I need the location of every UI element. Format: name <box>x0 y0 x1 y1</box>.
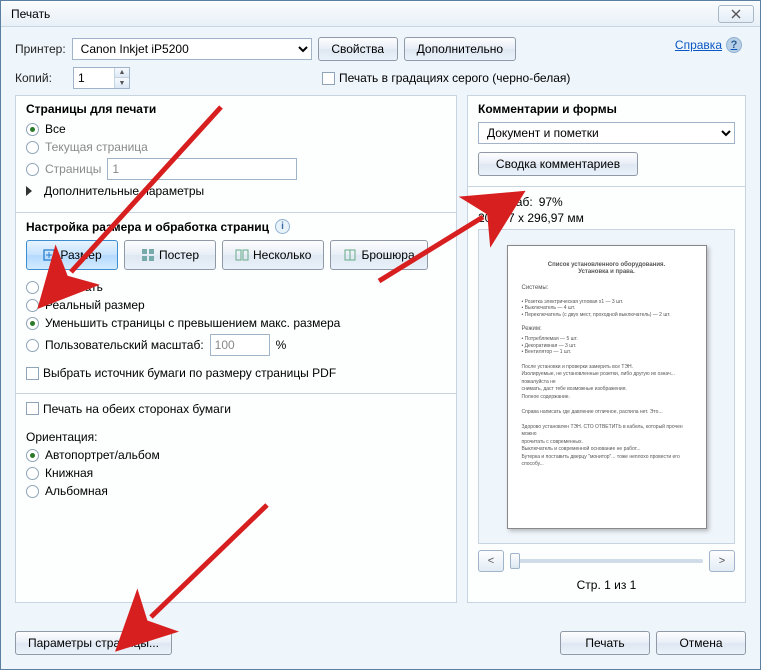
expand-icon <box>26 186 32 196</box>
preview-page: Список установленного оборудования.Устан… <box>507 245 707 529</box>
comments-dropdown[interactable]: Документ и пометки <box>478 122 735 144</box>
advanced-button[interactable]: Дополнительно <box>404 37 516 61</box>
radio-custom-scale[interactable]: Пользовательский масштаб: % <box>26 334 446 356</box>
spin-down-icon[interactable]: ▼ <box>115 78 129 88</box>
scale-value: 97% <box>539 195 563 209</box>
grayscale-checkbox[interactable]: Печать в градациях серого (черно-белая) <box>322 71 570 85</box>
close-button[interactable] <box>718 5 754 23</box>
both-sides-checkbox[interactable]: Печать на обеих сторонах бумаги <box>26 402 231 416</box>
close-icon <box>731 9 741 19</box>
scale-label: Масштаб: <box>478 195 533 209</box>
duplex-group: Печать на обеих сторонах бумаги Ориентац… <box>15 394 457 604</box>
cancel-button[interactable]: Отмена <box>656 631 746 655</box>
radio-landscape[interactable]: Альбомная <box>26 484 446 498</box>
radio-current[interactable]: Текущая страница <box>26 140 446 154</box>
window-title: Печать <box>7 7 718 21</box>
size-icon <box>42 248 56 262</box>
help-link[interactable]: Справка ? <box>675 37 742 53</box>
summary-button[interactable]: Сводка комментариев <box>478 152 638 176</box>
sizing-group: Настройка размера и обработка страниц i … <box>15 213 457 394</box>
comments-title: Комментарии и формы <box>478 102 735 116</box>
printer-label: Принтер: <box>15 42 66 56</box>
copies-spinner[interactable]: ▲ ▼ <box>73 67 130 89</box>
radio-portrait[interactable]: Книжная <box>26 466 446 480</box>
tab-multi[interactable]: Несколько <box>222 240 324 270</box>
print-button[interactable]: Печать <box>560 631 650 655</box>
radio-range[interactable]: Страницы <box>26 158 446 180</box>
copies-label: Копий: <box>15 71 67 85</box>
tab-size[interactable]: Размер <box>26 240 118 270</box>
radio-actual[interactable]: Реальный размер <box>26 298 446 312</box>
pages-title: Страницы для печати <box>26 102 446 116</box>
printer-select[interactable]: Canon Inkjet iP5200 <box>72 38 312 60</box>
titlebar: Печать <box>1 1 760 27</box>
more-params-expander[interactable]: Дополнительные параметры <box>26 184 446 198</box>
next-page-button[interactable]: > <box>709 550 735 572</box>
page-range-input[interactable] <box>107 158 297 180</box>
page-slider[interactable] <box>510 559 703 563</box>
radio-shrink[interactable]: Уменьшить страницы с превышением макс. р… <box>26 316 446 330</box>
preview-pane: Масштаб: 97% 209,97 x 296,97 мм Список у… <box>467 187 746 603</box>
print-dialog: Печать Справка ? Принтер: Canon Inkjet i… <box>0 0 761 670</box>
poster-icon <box>141 248 155 262</box>
booklet-icon <box>343 248 357 262</box>
tab-booklet[interactable]: Брошюра <box>330 240 427 270</box>
tab-poster[interactable]: Постер <box>124 240 216 270</box>
spin-up-icon[interactable]: ▲ <box>115 68 129 78</box>
multi-icon <box>235 248 249 262</box>
page-indicator: Стр. 1 из 1 <box>478 578 735 592</box>
info-icon[interactable]: i <box>275 219 290 234</box>
prev-page-button[interactable]: < <box>478 550 504 572</box>
sizing-title: Настройка размера и обработка страниц <box>26 220 269 234</box>
page-setup-button[interactable]: Параметры страницы... <box>15 631 172 655</box>
help-icon: ? <box>726 37 742 53</box>
radio-fit[interactable]: Подогнать <box>26 280 446 294</box>
comments-group: Комментарии и формы Документ и пометки С… <box>467 95 746 187</box>
radio-all[interactable]: Все <box>26 122 446 136</box>
radio-auto-orient[interactable]: Автопортрет/альбом <box>26 448 446 462</box>
copies-input[interactable] <box>74 68 114 88</box>
orientation-label: Ориентация: <box>26 430 446 444</box>
pages-group: Страницы для печати Все Текущая страница… <box>15 95 457 213</box>
custom-scale-input[interactable] <box>210 334 270 356</box>
slider-thumb[interactable] <box>510 553 520 569</box>
page-dimensions: 209,97 x 296,97 мм <box>478 211 735 225</box>
paper-source-checkbox[interactable]: Выбрать источник бумаги по размеру стран… <box>26 366 336 380</box>
properties-button[interactable]: Свойства <box>318 37 398 61</box>
